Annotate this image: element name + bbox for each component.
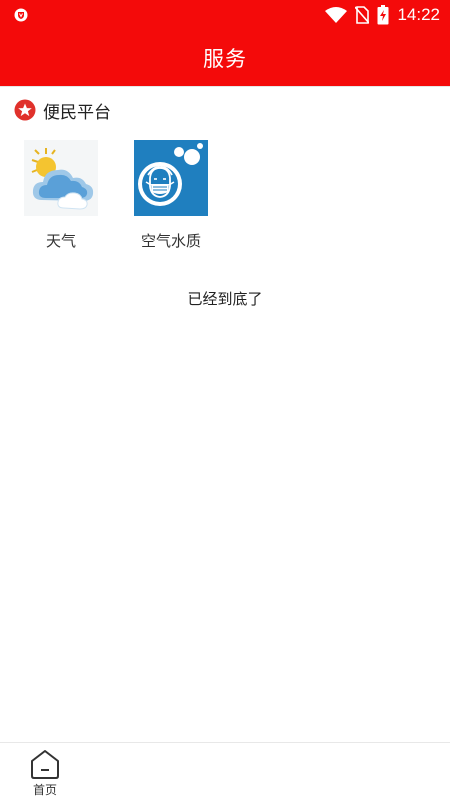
shield-app-icon bbox=[14, 8, 28, 22]
no-sim-icon bbox=[355, 6, 370, 24]
wifi-icon bbox=[325, 7, 348, 23]
service-grid: 天气 空气水质 bbox=[24, 140, 208, 251]
status-bar: 14:22 bbox=[0, 0, 450, 30]
service-tile-label: 空气水质 bbox=[140, 232, 201, 250]
bottom-tab-bar: 首页 bbox=[0, 742, 450, 801]
battery-charging-icon bbox=[377, 5, 389, 25]
tab-home-label: 首页 bbox=[32, 783, 57, 797]
status-time: 14:22 bbox=[397, 5, 440, 24]
top-header: 服务 bbox=[0, 30, 450, 86]
header-divider bbox=[0, 86, 450, 87]
section-title: 便民平台 bbox=[43, 102, 111, 123]
weather-cloud-sun-icon bbox=[24, 140, 98, 216]
service-tile-air-water[interactable]: 空气水质 bbox=[134, 140, 208, 251]
service-tile-weather[interactable]: 天气 bbox=[24, 140, 98, 251]
list-end-text: 已经到底了 bbox=[187, 290, 263, 308]
tab-home[interactable]: 首页 bbox=[20, 749, 70, 801]
page-title: 服务 bbox=[203, 47, 247, 71]
star-badge-icon bbox=[14, 99, 36, 121]
service-tile-label: 天气 bbox=[45, 232, 76, 250]
home-icon bbox=[31, 750, 59, 779]
face-mask-icon bbox=[134, 140, 208, 216]
section-header: 便民平台 bbox=[14, 98, 111, 123]
